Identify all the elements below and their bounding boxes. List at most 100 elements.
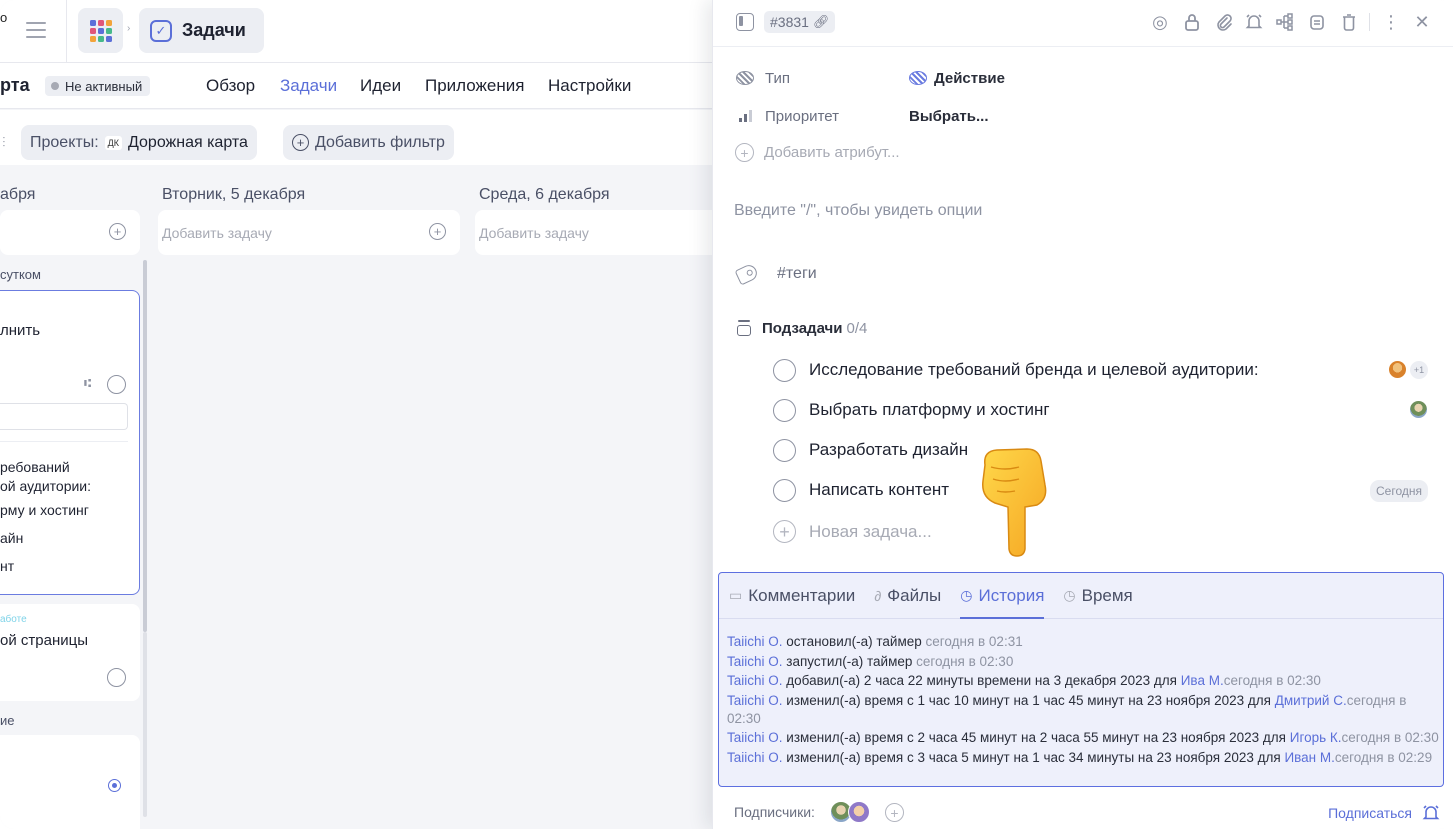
attribute-name: Приоритет [765, 107, 839, 125]
close-icon[interactable]: ✕ [1411, 11, 1433, 33]
complete-checkbox[interactable] [107, 668, 126, 687]
history-user[interactable]: Taiichi O. [727, 634, 783, 649]
complete-checkbox[interactable] [107, 375, 126, 394]
check-icon: ✓ [150, 19, 172, 42]
task-id-chip[interactable]: #3831 🔗︎ [764, 11, 836, 33]
attribute-priority[interactable]: Приоритет Выбрать... [735, 105, 988, 127]
add-filter-label: Добавить фильтр [315, 133, 445, 151]
add-task-field[interactable]: Добавить задачу + [158, 210, 460, 255]
history-user[interactable]: Taiichi O. [727, 730, 783, 745]
subtask-due[interactable]: Сегодня [1370, 480, 1428, 502]
subscribe-button[interactable]: Подписаться [1328, 804, 1440, 822]
task-card[interactable]: аботе ой страницы [0, 604, 140, 701]
subtask-checkbox[interactable] [773, 358, 796, 382]
project-filter-chip[interactable]: Проекты: ДК Дорожная карта [21, 125, 257, 160]
subtask-item[interactable]: Выбрать платформу и хостинг [773, 395, 1428, 425]
history-user[interactable]: Taiichi O. [727, 693, 783, 708]
sidebar-toggle-icon[interactable] [736, 13, 754, 31]
attribute-type[interactable]: Тип Действие [735, 67, 1005, 89]
delete-icon[interactable] [1338, 11, 1360, 33]
subtask-line: рму и хостинг [0, 502, 89, 518]
subtask-title[interactable]: Выбрать платформу и хостинг [809, 400, 1050, 420]
subtask-checkbox[interactable] [773, 438, 796, 462]
attachment-icon[interactable] [1213, 11, 1235, 33]
add-attribute-button[interactable]: + Добавить атрибут... [735, 143, 900, 162]
subtask-assignees[interactable]: +1 [1388, 360, 1428, 379]
tags-placeholder: #теги [777, 265, 817, 282]
activity-section: ▭ Комментарии ∂ Файлы ◷ История ◷ Время … [718, 572, 1444, 787]
add-task-field[interactable]: Добавить задачу [475, 210, 712, 255]
plus-icon[interactable]: + [429, 223, 446, 240]
tab-files[interactable]: ∂ Файлы [874, 573, 941, 618]
scrollbar[interactable] [143, 260, 147, 632]
status-badge[interactable]: Не активный [45, 76, 151, 96]
type-icon [735, 68, 755, 88]
history-target[interactable]: Ива М. [1181, 673, 1224, 688]
tab-comments[interactable]: ▭ Комментарии [729, 573, 855, 618]
task-card[interactable] [0, 735, 140, 829]
history-entry: Taiichi O. изменил(-а) время с 2 часа 45… [727, 729, 1439, 747]
tab-apps[interactable]: Приложения [425, 76, 524, 96]
copy-icon[interactable] [1306, 11, 1328, 33]
history-target[interactable]: Игорь К. [1290, 730, 1342, 745]
subtask-input[interactable] [0, 403, 128, 430]
subtask-line: айн [0, 530, 24, 546]
subtask-checkbox[interactable] [773, 478, 796, 502]
subscriber-avatars[interactable] [830, 801, 870, 823]
subtask-item[interactable]: Исследование требований бренда и целевой… [773, 355, 1428, 385]
timer-icon: ◷ [960, 587, 973, 603]
history-user[interactable]: Taiichi O. [727, 654, 783, 669]
column-title: абря [0, 186, 36, 203]
add-task-field[interactable]: + [0, 210, 140, 255]
subtask-title[interactable]: Написать контент [809, 480, 949, 500]
more-icon[interactable]: ⋮ [1380, 11, 1402, 33]
attribute-value[interactable]: Выбрать... [909, 108, 988, 125]
subtask-checkbox[interactable] [773, 398, 796, 422]
filter-icon[interactable]: ⫶ [2, 134, 10, 156]
history-entry: Taiichi O. остановил(-а) таймер сегодня … [727, 633, 1439, 651]
add-subscriber-icon[interactable]: + [885, 803, 904, 822]
history-target[interactable]: Дмитрий С. [1275, 693, 1347, 708]
task-card-selected[interactable]: лнить ⑆ ребований ой аудитории: рму и хо… [0, 290, 140, 595]
project-badge: ДК [104, 135, 122, 150]
history-user[interactable]: Taiichi O. [727, 750, 783, 765]
watch-icon[interactable]: ◎ [1149, 11, 1171, 33]
panel-header: #3831 🔗︎ ◎ ⋮ ✕ [713, 0, 1453, 47]
tab-ideas[interactable]: Идеи [360, 76, 401, 96]
tab-history[interactable]: ◷ История [960, 573, 1045, 619]
reminder-icon[interactable] [1243, 11, 1265, 33]
subtask-item[interactable]: Написать контент Сегодня [773, 475, 1428, 505]
divider [66, 0, 67, 63]
tab-label: История [978, 585, 1045, 605]
tab-overview[interactable]: Обзор [206, 76, 255, 96]
new-subtask-button[interactable]: + Новая задача... [773, 520, 932, 543]
project-title: рта [0, 75, 30, 95]
tab-tasks[interactable]: Задачи [280, 76, 337, 96]
subtask-title[interactable]: Разработать дизайн [809, 440, 968, 460]
pointing-hand-icon [982, 448, 1047, 557]
tab-time[interactable]: ◷ Время [1063, 573, 1132, 618]
radio-selected-icon[interactable] [108, 779, 121, 792]
tab-label: Комментарии [748, 585, 856, 605]
tasks-breadcrumb-label: Задачи [182, 20, 246, 40]
tab-settings[interactable]: Настройки [548, 76, 631, 96]
history-time: сегодня в 02:30 [1223, 673, 1321, 688]
menu-icon[interactable] [26, 22, 46, 38]
add-task-placeholder: Добавить задачу [479, 225, 589, 241]
hierarchy-icon[interactable] [1274, 11, 1296, 33]
subtask-title[interactable]: Исследование требований бренда и целевой… [809, 360, 1259, 380]
subtask-item[interactable]: Разработать дизайн [773, 435, 1428, 465]
add-filter-button[interactable]: + Добавить фильтр [283, 125, 454, 160]
history-user[interactable]: Taiichi O. [727, 673, 783, 688]
description-editor[interactable]: Введите "/", чтобы увидеть опции [734, 202, 982, 220]
history-target[interactable]: Иван М. [1284, 750, 1334, 765]
history-text: остановил(-а) таймер [782, 634, 926, 649]
subtask-assignees[interactable] [1409, 400, 1428, 419]
apps-button[interactable] [78, 8, 123, 53]
tasks-breadcrumb[interactable]: ✓ Задачи [139, 8, 264, 53]
tags-field[interactable]: #теги [734, 262, 817, 286]
attribute-value[interactable]: Действие [909, 70, 1005, 87]
lock-icon[interactable] [1181, 11, 1203, 33]
due-date-chip[interactable]: Сегодня [1370, 480, 1428, 502]
plus-icon[interactable]: + [109, 223, 126, 240]
